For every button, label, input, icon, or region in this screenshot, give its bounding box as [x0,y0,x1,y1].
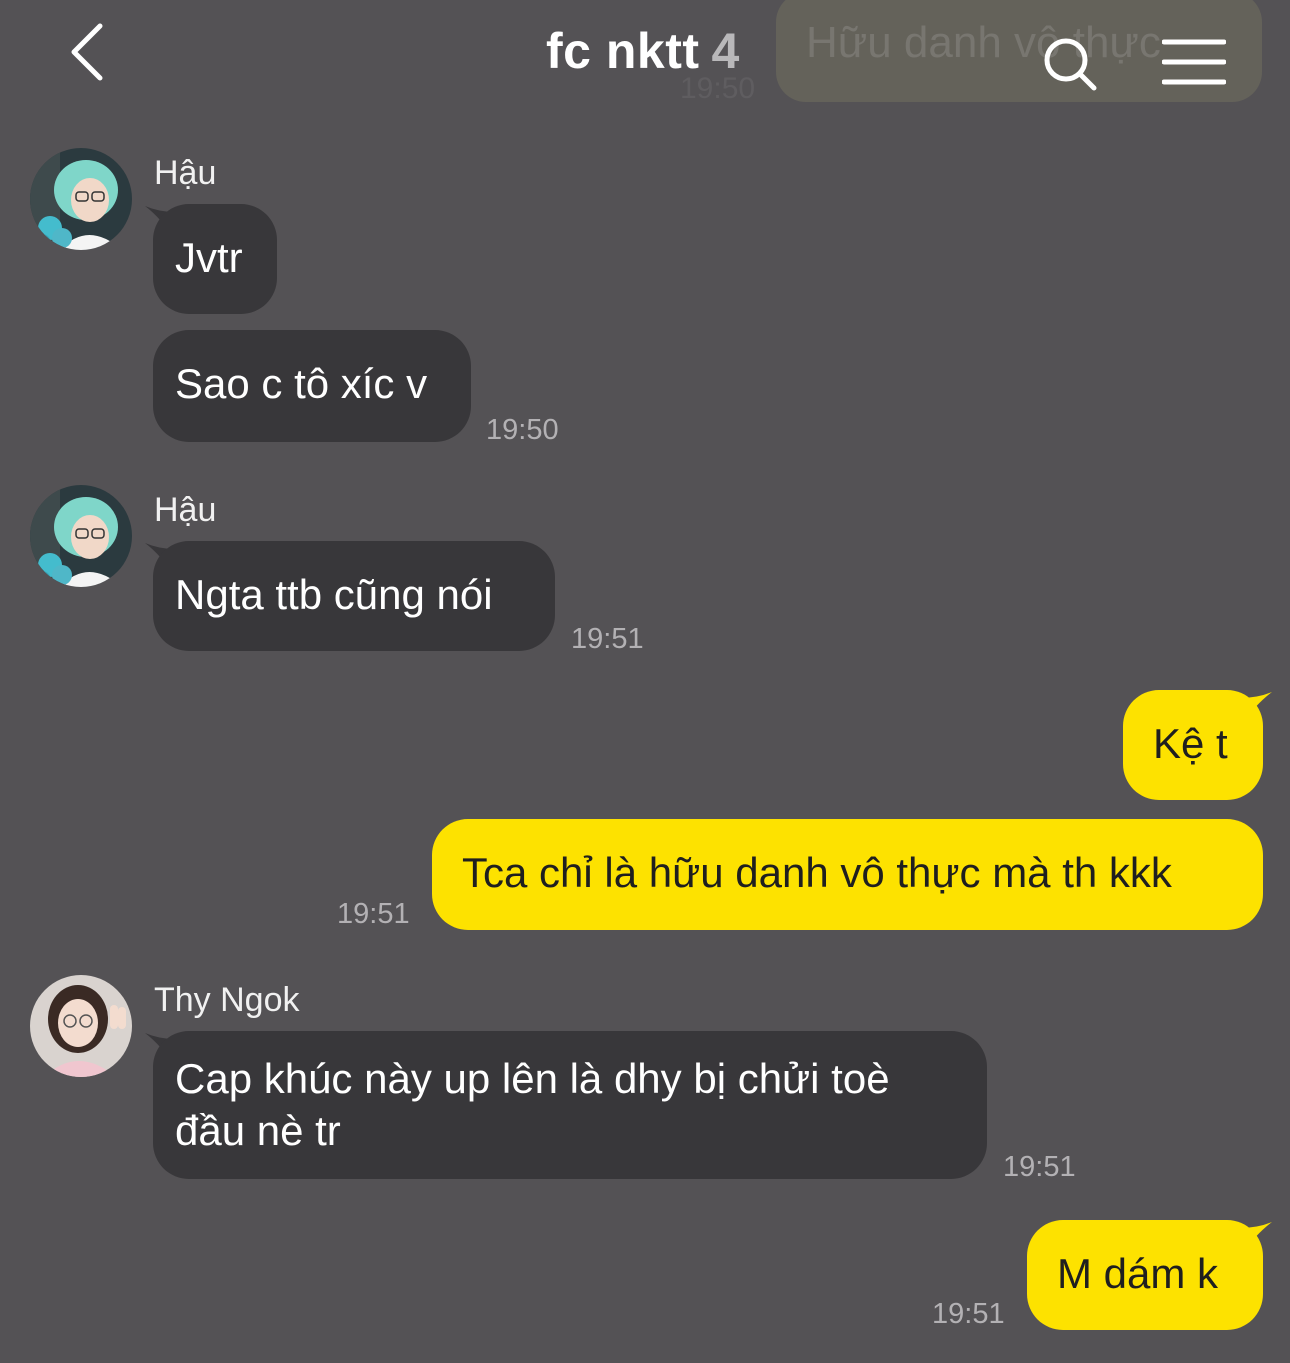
message-text: Jvtr [175,234,243,281]
sender-name: Thy Ngok [154,981,300,1019]
message-text: Sao c tô xíc v [175,360,428,407]
sender-name: Hậu [154,154,217,192]
message-timestamp: 19:51 [571,623,644,655]
message-timestamp: 19:51 [1003,1151,1076,1183]
menu-icon [1161,39,1227,85]
avatar[interactable] [30,485,132,587]
message-bubble[interactable]: M dám k [1027,1220,1263,1330]
message-bubble[interactable]: Tca chỉ là hữu danh vô thực mà th kkk [432,819,1263,930]
message-text: Kệ t [1153,720,1228,767]
search-icon [1044,38,1097,91]
user-avatar-hau [30,148,132,250]
message-bubble[interactable]: Kệ t [1123,690,1263,800]
message-bubble[interactable]: Ngta ttb cũng nói [153,541,555,651]
member-count: 4 [711,23,740,79]
user-avatar-thy-ngok [30,975,132,1077]
sender-name: Hậu [154,491,217,529]
group-name: fc nktt [546,23,700,79]
avatar[interactable] [30,148,132,250]
message-text: Ngta ttb cũng nói [175,571,493,618]
message-timestamp: 19:51 [337,898,410,930]
message-text: Cap khúc này up lên là dhy bị chửi toè đ… [175,1055,890,1154]
search-preview-text: Hữu danh vô thực [806,18,1161,67]
avatar[interactable] [30,975,132,1077]
message-timestamp: 19:51 [932,1298,1005,1330]
message-timestamp: 19:50 [486,414,559,446]
user-avatar-hau [30,485,132,587]
chat-header: Hữu danh vô thực fc nktt 4 19:50 [0,0,1290,120]
chevron-left-icon [71,23,103,81]
message-bubble[interactable]: Jvtr [153,204,277,314]
message-text: M dám k [1057,1250,1219,1297]
menu-button[interactable] [1161,38,1227,86]
message-text: Tca chỉ là hữu danh vô thực mà th kkk [462,849,1172,896]
search-button[interactable] [1040,34,1100,94]
message-bubble[interactable]: Cap khúc này up lên là dhy bị chửi toè đ… [153,1031,987,1179]
message-bubble[interactable]: Sao c tô xíc v [153,330,471,442]
back-button[interactable] [62,18,122,88]
ghost-timestamp: 19:50 [680,72,756,105]
